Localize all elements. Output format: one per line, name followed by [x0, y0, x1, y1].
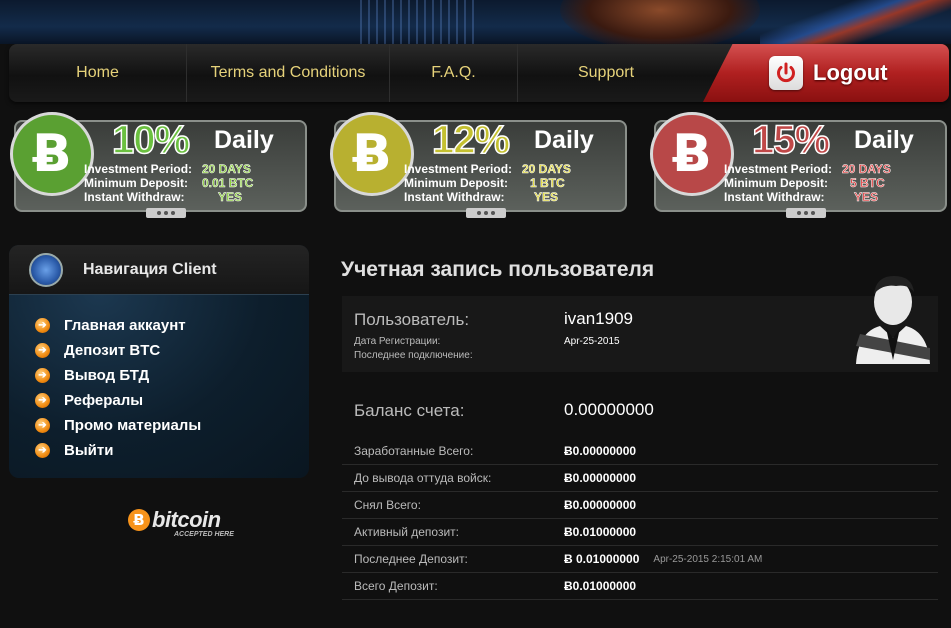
- power-icon: [769, 56, 803, 90]
- bitcoin-icon: Ƀ: [330, 112, 414, 196]
- sidebar-item-logout[interactable]: ➔ Выйти: [35, 438, 309, 463]
- header-banner: [0, 0, 951, 44]
- plan-rate: 12%: [431, 117, 511, 163]
- table-row: До вывода оттуда войск: Ƀ0.00000000: [342, 465, 938, 492]
- table-row: Последнее Депозит: Ƀ 0.01000000 Apr-25-201…: [342, 546, 938, 573]
- withdraw-value: YES: [534, 190, 559, 205]
- min-deposit-label: Minimum Deposit:: [404, 176, 508, 190]
- sidebar-item-label: Депозит BTC: [64, 342, 161, 359]
- min-deposit-label: Minimum Deposit:: [84, 176, 188, 190]
- withdraw-value: YES: [854, 190, 879, 205]
- accepted-here-text: ACCEPTED HERE: [174, 531, 234, 538]
- sidebar-title: Навигация Client: [83, 260, 217, 278]
- stat-label: Последнее Депозит:: [354, 552, 468, 566]
- stat-value: Ƀ0.00000000: [564, 471, 637, 485]
- sidebar-item-promo[interactable]: ➔ Промо материалы: [35, 413, 309, 438]
- min-deposit-label: Minimum Deposit:: [724, 176, 828, 190]
- balance-label: Баланс счета:: [354, 401, 465, 420]
- plan-rate: 10%: [111, 117, 191, 163]
- compass-icon: [29, 252, 63, 287]
- stat-value: Ƀ0.01000000: [564, 579, 637, 593]
- plan-card-12[interactable]: Ƀ 12% Daily Investment Period: 20 DAYS Mi…: [330, 112, 627, 218]
- sidebar-item-label: Промо материалы: [64, 417, 202, 434]
- sidebar-item-referrals[interactable]: ➔ Рефералы: [35, 388, 309, 413]
- stat-value: Ƀ0.01000000: [564, 525, 637, 539]
- logout-button[interactable]: Logout: [703, 44, 949, 102]
- plan-rate: 15%: [751, 117, 831, 163]
- client-navigation-panel: Навигация Client ➔ Главная аккаунт ➔ Депоз…: [9, 245, 309, 478]
- arrow-bullet-icon: ➔: [35, 343, 50, 358]
- min-deposit-value: 1 BTC: [530, 176, 565, 191]
- table-row: Снял Всего: Ƀ0.00000000: [342, 492, 938, 519]
- nav-terms[interactable]: Terms and Conditions: [187, 44, 390, 102]
- bitcoin-icon: Ƀ: [10, 112, 94, 196]
- sidebar-item-deposit[interactable]: ➔ Депозит BTC: [35, 338, 309, 363]
- last-login-label: Последнее подключение:: [354, 350, 473, 361]
- top-navigation: Home Terms and Conditions F.A.Q. Support…: [9, 44, 949, 102]
- withdraw-value: YES: [218, 190, 243, 205]
- nav-support[interactable]: Support: [518, 44, 694, 102]
- registration-date: Apr-25-2015: [564, 336, 620, 347]
- stat-label: Активный депозит:: [354, 525, 459, 539]
- carousel-dots: [146, 208, 186, 218]
- plan-card-15[interactable]: Ƀ 15% Daily Investment Period: 20 DAYS Mi…: [650, 112, 947, 218]
- bitcoin-wordmark: bitcoin: [152, 507, 221, 532]
- sidebar-item-label: Рефералы: [64, 392, 144, 409]
- arrow-bullet-icon: ➔: [35, 393, 50, 408]
- nav-home[interactable]: Home: [9, 44, 187, 102]
- min-deposit-value: 0.01 BTC: [202, 176, 254, 191]
- table-row: Активный депозит: Ƀ0.01000000: [342, 519, 938, 546]
- logout-label: Logout: [813, 60, 888, 85]
- user-label: Пользователь:: [354, 310, 470, 329]
- bitcoin-icon: Ƀ: [128, 509, 150, 531]
- balance-value: 0.00000000: [564, 400, 654, 419]
- sidebar-item-label: Главная аккаунт: [64, 317, 186, 334]
- registration-label: Дата Регистрации:: [354, 336, 441, 347]
- stat-label: До вывода оттуда войск:: [354, 471, 492, 485]
- period-value: 20 DAYS: [522, 162, 571, 177]
- stat-value: Ƀ0.00000000: [564, 498, 637, 512]
- carousel-dots: [786, 208, 826, 218]
- user-avatar-icon: [852, 268, 934, 364]
- period-label: Investment Period:: [724, 162, 833, 176]
- table-row: Всего Депозит: Ƀ0.01000000: [342, 573, 938, 600]
- sidebar-item-withdraw[interactable]: ➔ Вывод БТД: [35, 363, 309, 388]
- nav-faq[interactable]: F.A.Q.: [390, 44, 518, 102]
- page-title: Учетная запись пользователя: [341, 258, 655, 281]
- min-deposit-value: 5 BTC: [850, 176, 885, 191]
- period-label: Investment Period:: [404, 162, 513, 176]
- stat-label: Всего Депозит:: [354, 579, 438, 593]
- arrow-bullet-icon: ➔: [35, 418, 50, 433]
- bitcoin-accepted-logo: Ƀ bitcoin ACCEPTED HERE: [128, 507, 234, 538]
- plan-card-10[interactable]: Ƀ 10% Daily Investment Period: 20 DAYS Mi…: [10, 112, 307, 218]
- withdraw-label: Instant Withdraw:: [724, 190, 825, 204]
- user-info-box: Пользователь: ivan1909 Дата Регистрации:…: [342, 296, 938, 372]
- period-value: 20 DAYS: [202, 162, 251, 177]
- account-stats-table: Заработанные Всего: Ƀ0.00000000 До вывода…: [342, 438, 938, 600]
- bitcoin-icon: Ƀ: [650, 112, 734, 196]
- arrow-bullet-icon: ➔: [35, 443, 50, 458]
- stat-label: Снял Всего:: [354, 498, 421, 512]
- sidebar-item-label: Вывод БТД: [64, 367, 150, 384]
- stat-value: Ƀ 0.01000000: [564, 552, 640, 566]
- carousel-dots: [466, 208, 506, 218]
- arrow-bullet-icon: ➔: [35, 318, 50, 333]
- period-label: Investment Period:: [84, 162, 193, 176]
- table-row: Заработанные Всего: Ƀ0.00000000: [342, 438, 938, 465]
- stat-value: Ƀ0.00000000: [564, 444, 637, 458]
- stat-date: Apr-25-2015 2:15:01 AM: [653, 553, 763, 565]
- withdraw-label: Instant Withdraw:: [84, 190, 185, 204]
- plan-daily: Daily: [214, 126, 274, 154]
- plan-daily: Daily: [854, 126, 914, 154]
- period-value: 20 DAYS: [842, 162, 891, 177]
- plan-daily: Daily: [534, 126, 594, 154]
- sidebar-item-account-home[interactable]: ➔ Главная аккаунт: [35, 313, 309, 338]
- sidebar-item-label: Выйти: [64, 442, 114, 459]
- arrow-bullet-icon: ➔: [35, 368, 50, 383]
- withdraw-label: Instant Withdraw:: [404, 190, 505, 204]
- username: ivan1909: [564, 309, 634, 328]
- stat-label: Заработанные Всего:: [354, 444, 474, 458]
